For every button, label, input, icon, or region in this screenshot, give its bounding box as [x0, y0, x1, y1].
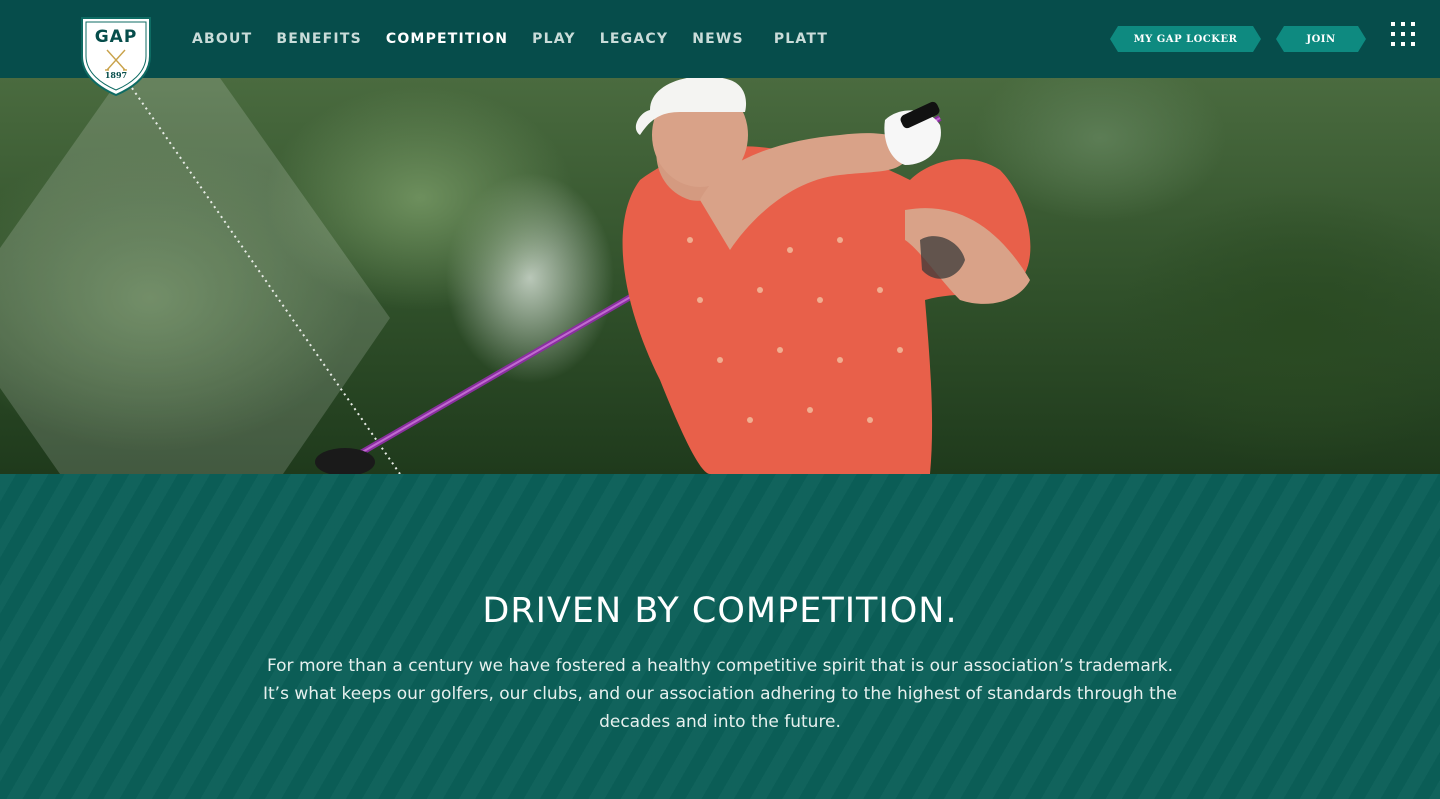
logo-year: 1897	[105, 70, 127, 80]
nav-item-news[interactable]: NEWS	[692, 31, 744, 47]
section-body: For more than a century we have fostered…	[262, 656, 1177, 732]
nav-item-play[interactable]: PLAY	[532, 31, 576, 47]
join-button[interactable]: JOIN	[1276, 26, 1366, 52]
main-nav: ABOUT BENEFITS COMPETITION PLAY LEGACY N…	[192, 0, 852, 78]
gap-logo[interactable]: GAP 1897	[80, 16, 152, 97]
nav-item-about[interactable]: ABOUT	[192, 31, 252, 47]
hero-image	[0, 78, 1440, 474]
nav-item-legacy[interactable]: LEGACY	[600, 31, 668, 47]
section-title: DRIVEN BY COMPETITION.	[482, 591, 958, 631]
nav-item-competition[interactable]: COMPETITION	[386, 31, 508, 47]
golfer-photo	[315, 78, 1031, 474]
nav-item-benefits[interactable]: BENEFITS	[276, 31, 362, 47]
site-header: ABOUT BENEFITS COMPETITION PLAY LEGACY N…	[0, 0, 1440, 78]
logo-shield: GAP 1897	[81, 17, 151, 97]
logo-text: GAP	[95, 27, 138, 47]
nav-item-platt[interactable]: PLATT	[774, 31, 828, 47]
grid-menu-icon[interactable]	[1391, 22, 1415, 46]
intro-section: DRIVEN BY COMPETITION. For more than a c…	[0, 474, 1440, 799]
my-gap-locker-button[interactable]: MY GAP LOCKER	[1110, 26, 1261, 52]
